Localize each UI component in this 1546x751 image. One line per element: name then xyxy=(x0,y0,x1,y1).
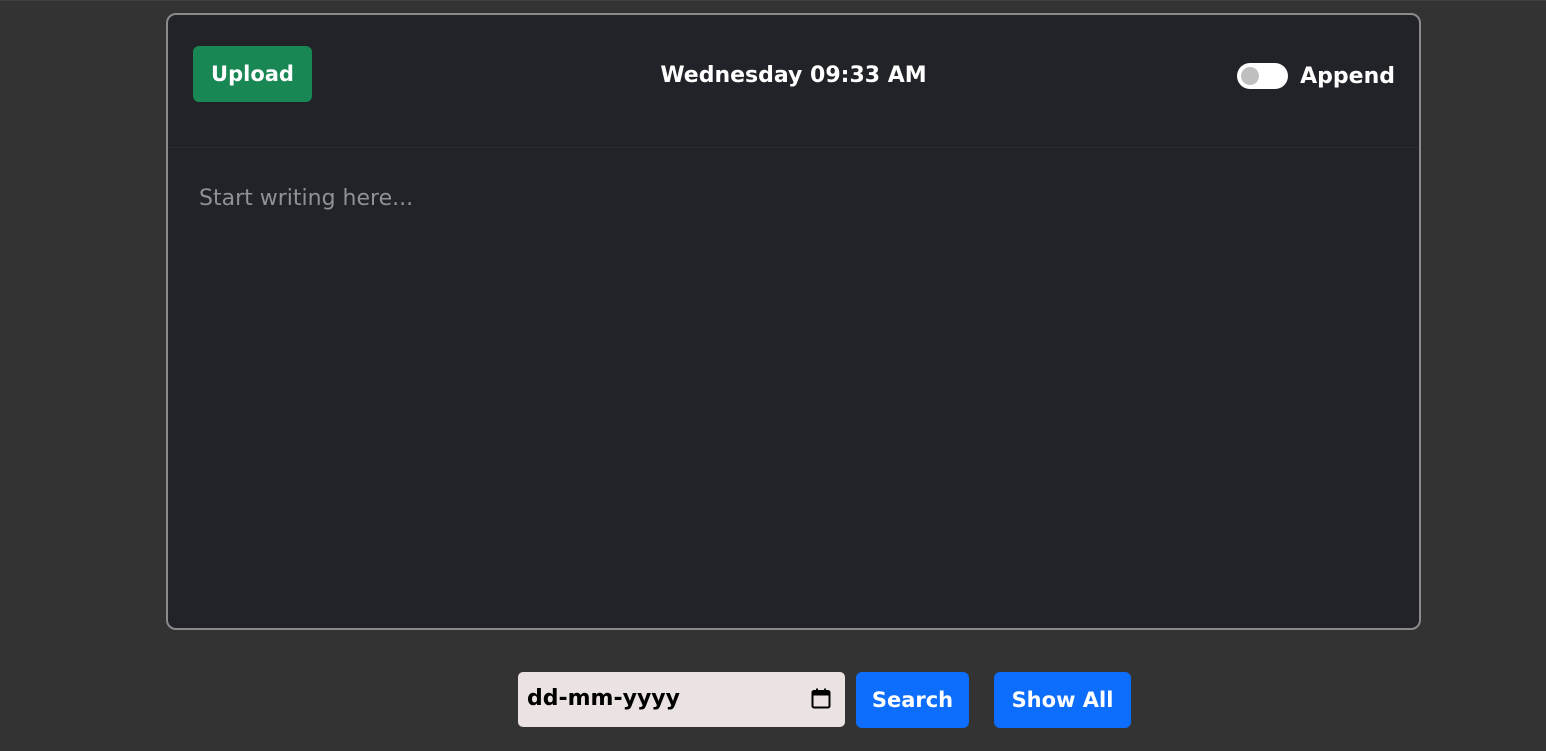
date-input[interactable]: dd-mm-yyyy xyxy=(518,672,845,727)
calendar-icon[interactable] xyxy=(811,688,831,709)
card-header: Upload Wednesday 09:33 AM Append xyxy=(168,15,1419,148)
append-label: Append xyxy=(1300,63,1395,89)
journal-editor[interactable] xyxy=(168,148,1419,628)
top-divider xyxy=(0,0,1546,1)
toggle-knob xyxy=(1241,67,1260,85)
append-toggle-group: Append xyxy=(1237,63,1395,89)
journal-card: Upload Wednesday 09:33 AM Append xyxy=(166,13,1421,630)
append-toggle[interactable] xyxy=(1237,63,1289,89)
search-button[interactable]: Search xyxy=(856,672,969,728)
current-datetime: Wednesday 09:33 AM xyxy=(660,63,927,88)
date-input-placeholder: dd-mm-yyyy xyxy=(527,686,680,711)
upload-button[interactable]: Upload xyxy=(193,46,312,102)
show-all-button[interactable]: Show All xyxy=(994,672,1131,728)
